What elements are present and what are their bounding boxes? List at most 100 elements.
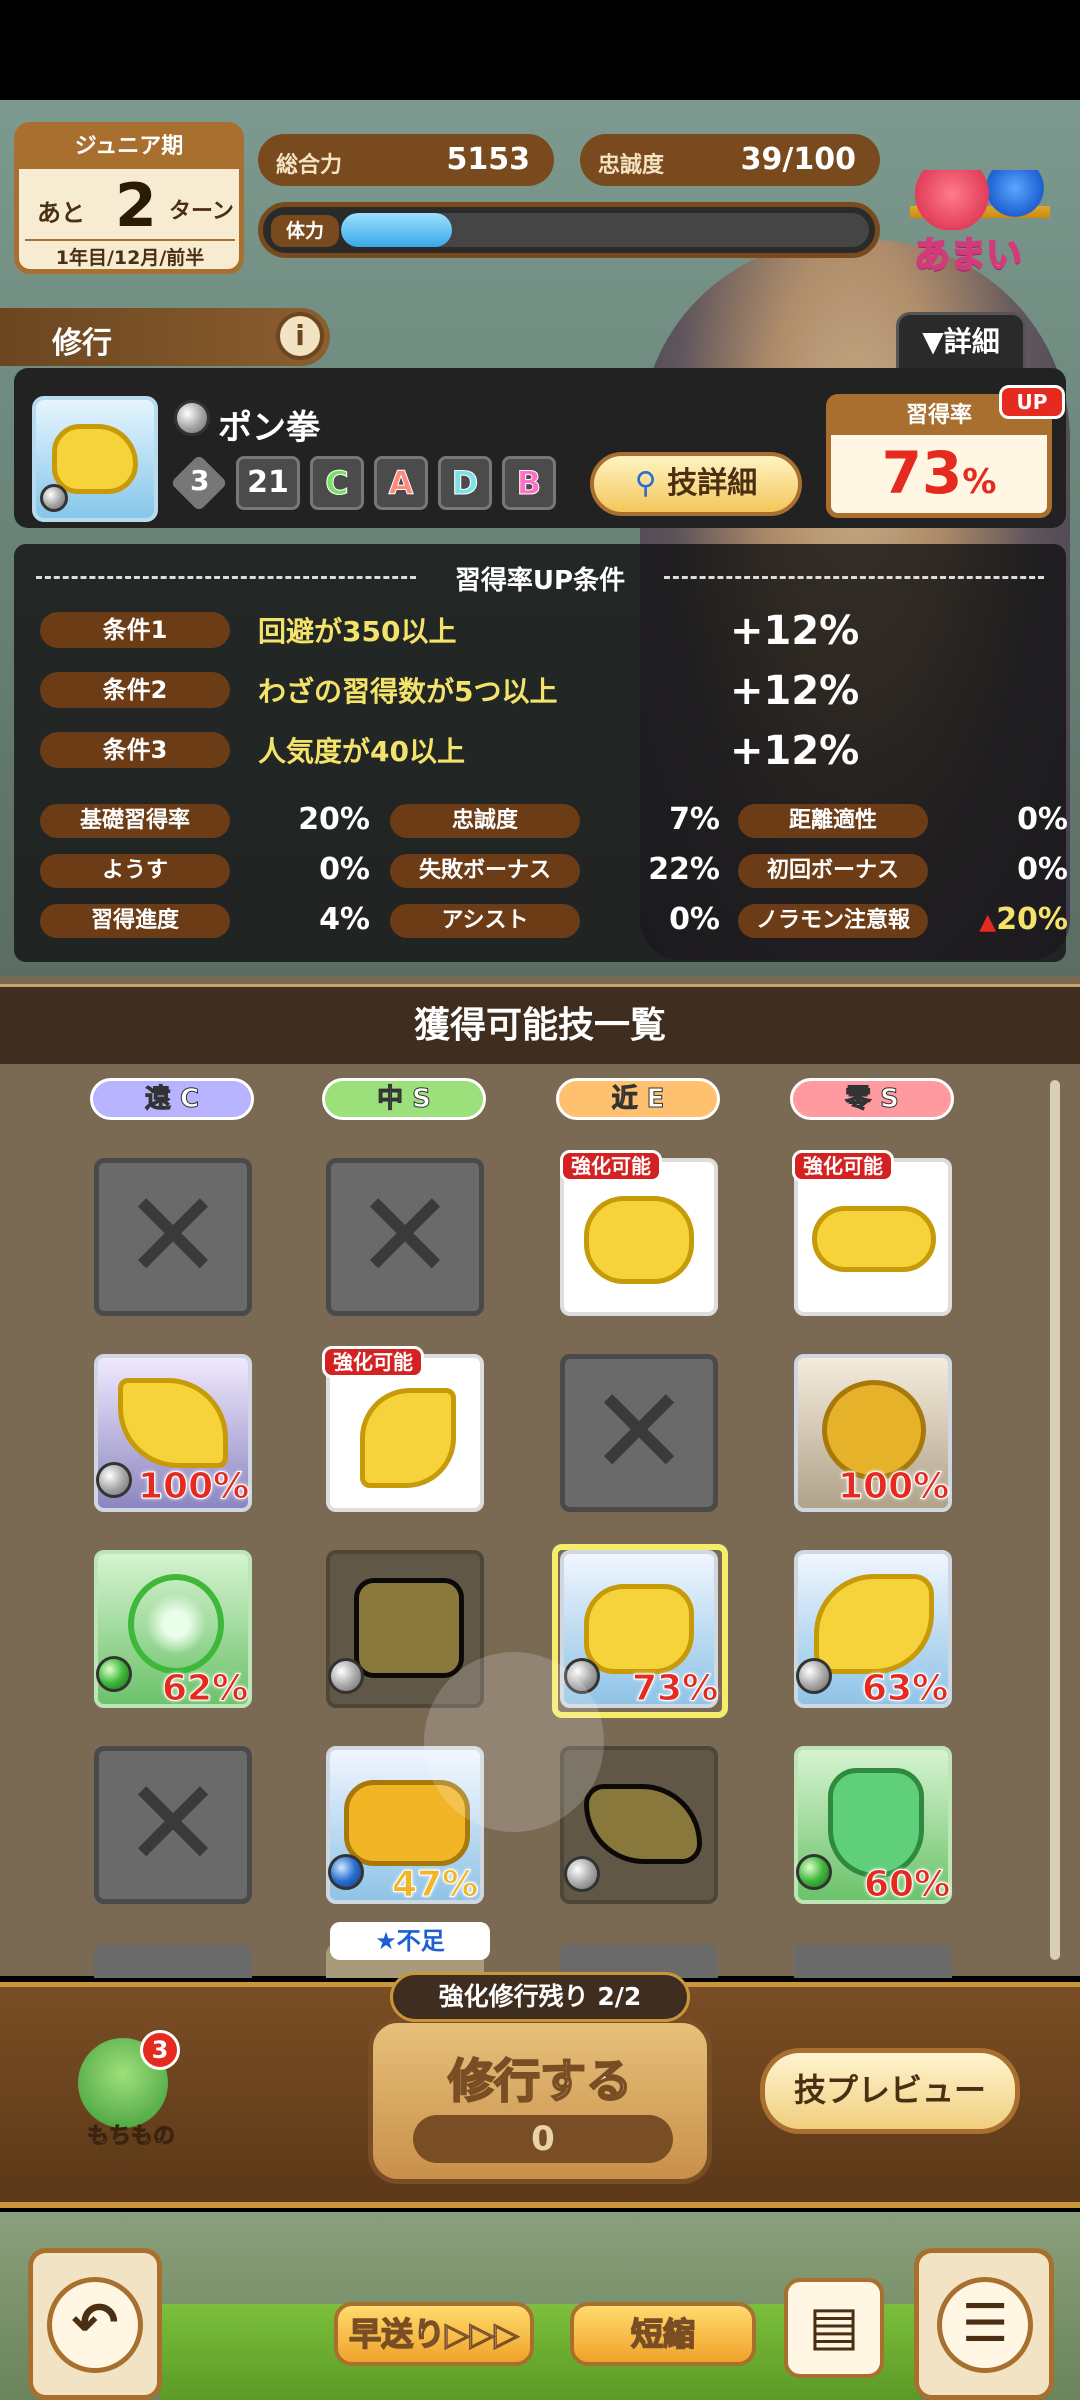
element-orb-icon	[174, 400, 210, 436]
stat-item: 基礎習得率 20%	[40, 800, 370, 840]
condition-text: 回避が350以上	[258, 615, 457, 648]
enhanced-training-remaining: 強化修行残り 2/2	[390, 1972, 690, 2022]
train-cost: 0	[413, 2115, 673, 2163]
locked-skill-tile[interactable]: ✕	[94, 1746, 252, 1904]
skill-rate: 100%	[837, 1466, 950, 1508]
stat-label: 失敗ボーナス	[390, 854, 580, 888]
total-power-value: 5153	[446, 142, 531, 177]
stat-value: 7%	[669, 802, 720, 837]
stat-value: 4%	[319, 902, 370, 937]
column-header-long: 遠 C	[90, 1078, 254, 1120]
touch-indicator	[424, 1652, 604, 1832]
skill-rate: 73%	[631, 1668, 719, 1710]
period-label: ジュニア期	[19, 127, 239, 169]
selected-skill-panel: ポン拳 3 21 C A D B ⚲ 技詳細 習得率 73% UP	[14, 368, 1066, 528]
enhance-ribbon: 強化可能	[560, 1150, 662, 1182]
slap-icon	[812, 1206, 936, 1272]
stat-item: アシスト 0%	[390, 900, 720, 940]
punch-skill-icon	[32, 396, 158, 522]
stat-item: 習得進度 4%	[40, 900, 370, 940]
total-power-label: 総合力	[276, 153, 343, 178]
locked-skill-tile[interactable]: ✕	[94, 1158, 252, 1316]
fast-forward-button[interactable]: 早送り▷▷▷	[334, 2302, 534, 2366]
column-header-zero: 零 S	[790, 1078, 954, 1120]
condition-text: わざの習得数が5つ以上	[258, 675, 558, 708]
stat-item: 距離適性 0%	[738, 800, 1068, 840]
stat-value-up: ▲20%	[979, 902, 1068, 937]
element-orb-icon	[796, 1658, 832, 1694]
menu-button[interactable]: ☰	[914, 2248, 1054, 2400]
creature-icon	[822, 1380, 926, 1480]
grade-badge: D	[438, 456, 492, 510]
condition-bonus: +12%	[730, 728, 860, 774]
skill-name: ポン拳	[218, 408, 320, 448]
element-orb-icon	[328, 1658, 364, 1694]
locked-skill-tile[interactable]: ✕	[326, 1158, 484, 1316]
condition-tag: 条件2	[40, 672, 230, 708]
shorten-button[interactable]: 短縮	[570, 2302, 756, 2366]
skill-rate: 62%	[161, 1668, 249, 1710]
flex-arm-icon	[814, 1574, 934, 1674]
recycle-bag-icon	[828, 1768, 924, 1878]
condition-tag: 条件3	[40, 732, 230, 768]
condition-text: 人気度が40以上	[258, 735, 465, 768]
conditions-title: 習得率UP条件	[454, 566, 626, 596]
stat-value: 20%	[298, 802, 370, 837]
detail-toggle-button[interactable]: ▼詳細	[896, 312, 1026, 370]
loyalty: 忠誠度 39/100	[580, 134, 880, 186]
info-icon[interactable]: i	[276, 312, 324, 360]
stat-item: 失敗ボーナス 22%	[390, 850, 720, 890]
menu-icon: ☰	[937, 2277, 1033, 2373]
condition-bonus: +12%	[730, 608, 860, 654]
stat-value: 22%	[648, 852, 720, 887]
element-orb-icon	[564, 1856, 600, 1892]
column-header-close: 近 E	[556, 1078, 720, 1120]
items-button[interactable]: 3 もちもの	[74, 2030, 180, 2150]
items-count-badge: 3	[140, 2030, 180, 2070]
game-date: 1年目/12月/前半	[25, 239, 235, 270]
back-button[interactable]: ↶	[28, 2248, 162, 2400]
elbow-strike-icon	[360, 1388, 456, 1488]
stamina-bar: 体力	[258, 202, 880, 258]
game-screen: ジュニア期 あと 2 ターン 1年目/12月/前半 総合力 5153 忠誠度 3…	[0, 0, 1080, 2400]
stat-value: 0%	[1017, 852, 1068, 887]
skill-preview-button[interactable]: 技プレビュー	[760, 2048, 1020, 2134]
skill-tile-partial[interactable]	[794, 1944, 952, 1978]
energy-blast-icon	[118, 1378, 228, 1468]
log-icon[interactable]: ▤	[784, 2278, 884, 2378]
element-orb-icon	[40, 484, 68, 512]
element-orb-icon	[328, 1854, 364, 1890]
column-header-mid: 中 S	[322, 1078, 486, 1120]
element-orb-icon	[96, 1462, 132, 1498]
turn-counter: ジュニア期 あと 2 ターン 1年目/12月/前半	[14, 122, 244, 274]
training-label: 修行	[52, 326, 112, 361]
locked-skill-tile[interactable]: ✕	[560, 1354, 718, 1512]
condition-row: 条件3 人気度が40以上 +12%	[40, 728, 1040, 774]
element-orb-icon	[796, 1854, 832, 1890]
grade-badge: C	[310, 456, 364, 510]
stat-label: ノラモン注意報	[738, 904, 928, 938]
slash-icon	[584, 1784, 702, 1864]
learning-rate-box: 習得率 73% UP	[826, 385, 1065, 518]
skill-detail-button[interactable]: ⚲ 技詳細	[590, 452, 802, 516]
stat-label: アシスト	[390, 904, 580, 938]
grade-badge: B	[502, 456, 556, 510]
enhance-ribbon: 強化可能	[792, 1150, 894, 1182]
skill-tile-partial[interactable]	[94, 1944, 252, 1978]
stat-value: 0%	[319, 852, 370, 887]
mood-indicator[interactable]: あまい	[900, 150, 1070, 280]
skill-rate: 63%	[861, 1668, 949, 1710]
train-button[interactable]: 修行する 0	[368, 2018, 712, 2184]
rate-up-conditions-panel: 習得率UP条件 条件1 回避が350以上 +12% 条件2 わざの習得数が5つ以…	[14, 544, 1068, 962]
stat-value: 0%	[1017, 802, 1068, 837]
stat-label: 距離適性	[738, 804, 928, 838]
condition-row: 条件2 わざの習得数が5つ以上 +12%	[40, 668, 1040, 714]
stat-item: ノラモン注意報 ▲20%	[738, 900, 1068, 940]
list-scrollbar[interactable]	[1050, 1080, 1060, 1960]
skill-rate: 47%	[391, 1864, 479, 1906]
locked-x-icon: ✕	[122, 1167, 224, 1306]
loyalty-value: 39/100	[740, 142, 856, 177]
items-label: もちもの	[86, 2124, 175, 2150]
balance-scale-icon	[910, 170, 1050, 230]
grade-badge: A	[374, 456, 428, 510]
